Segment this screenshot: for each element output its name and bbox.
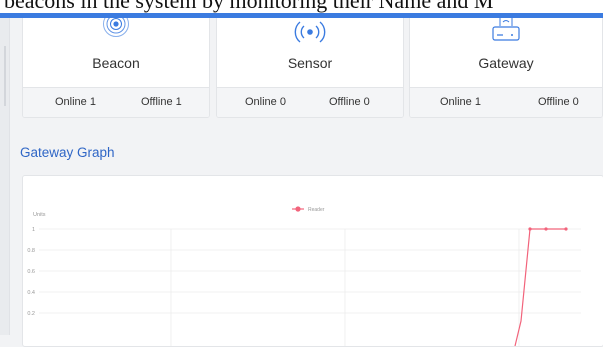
online-count: Online 1 [440,96,481,108]
sensor-icon [294,21,326,43]
y-tick-label: 0.2 [27,311,35,317]
sensor-card[interactable]: Sensor Online 0 Offline 0 [216,18,404,118]
gateway-icon [492,18,520,41]
y-tick-label: 0.8 [27,248,35,254]
card-stats: Online 1 Offline 1 [23,87,209,117]
legend-swatch-dot [295,206,301,212]
gateway-graph-card: 1 0.8 0.6 0.4 0.2 Reader Units [22,175,603,347]
y-axis-label: Units [33,212,46,218]
beacon-icon [103,18,129,37]
y-tick-label: 0.6 [27,269,35,275]
gateway-graph-chart: 1 0.8 0.6 0.4 0.2 Reader Units [27,206,581,346]
online-count: Online 0 [245,96,286,108]
data-point[interactable] [528,227,532,231]
rail-indicator [4,46,6,106]
section-title-gateway-graph: Gateway Graph [20,145,115,160]
offline-count: Offline 1 [141,96,182,108]
offline-count: Offline 0 [329,96,370,108]
legend-label-reader[interactable]: Reader [308,207,325,213]
beacon-card[interactable]: Beacon Online 1 Offline 1 [22,18,210,118]
caption-text: beacons in the system by monitoring thei… [4,0,494,13]
card-title: Beacon [92,55,140,71]
gateway-card[interactable]: Gateway Online 1 Offline 0 [409,18,603,118]
data-point[interactable] [544,227,548,231]
sidebar-rail [0,18,10,335]
page-caption: beacons in the system by monitoring thei… [0,0,603,13]
offline-count: Offline 0 [538,96,579,108]
card-stats: Online 1 Offline 0 [410,87,602,117]
card-stats: Online 0 Offline 0 [217,87,403,117]
card-title: Gateway [478,55,534,71]
data-point[interactable] [564,227,568,231]
series-line-reader [514,228,566,346]
card-title: Sensor [287,55,333,71]
y-tick-label: 0.4 [27,290,35,296]
y-tick-label: 1 [32,227,35,233]
online-count: Online 1 [55,96,96,108]
